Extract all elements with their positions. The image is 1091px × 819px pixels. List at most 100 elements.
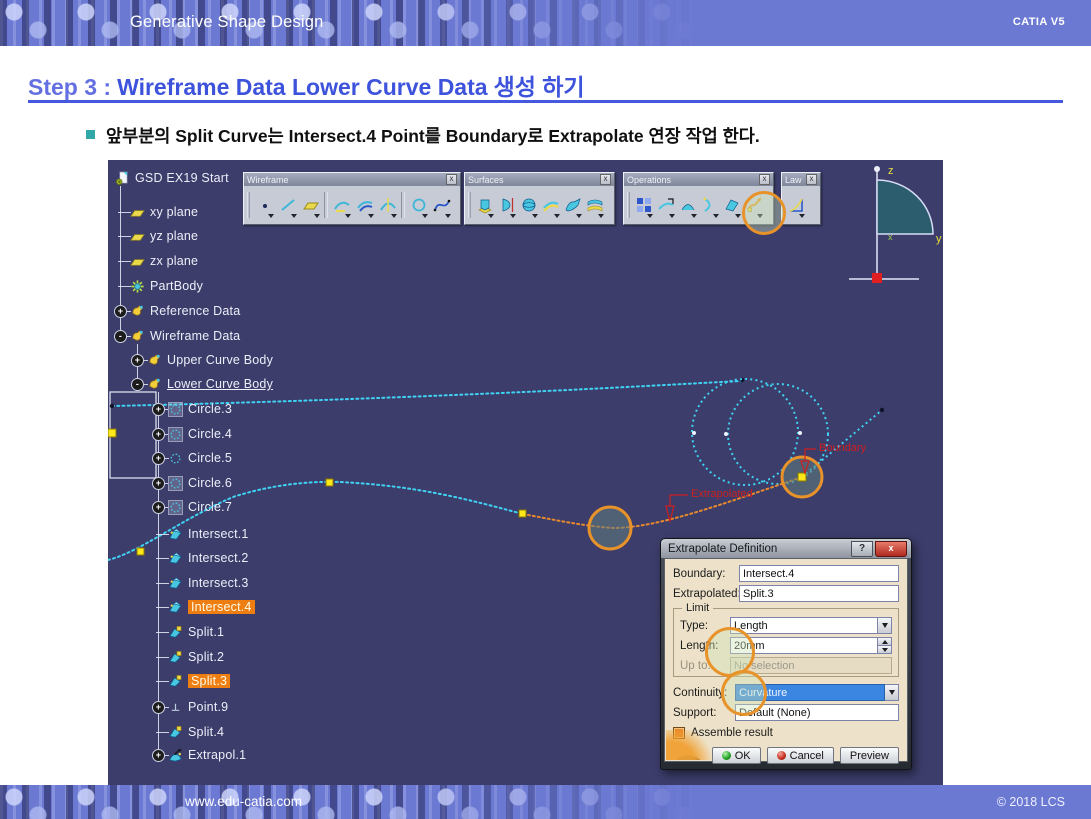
tree-item-intersect1[interactable]: Intersect.1 <box>152 525 249 543</box>
spinner-up-icon[interactable] <box>878 637 892 646</box>
boundary-field[interactable]: Intersect.4 <box>739 565 899 582</box>
expand-icon[interactable]: + <box>152 403 165 416</box>
cancel-button[interactable]: Cancel <box>767 747 834 764</box>
tree-item-circle5[interactable]: + Circle.5 <box>152 449 232 467</box>
expand-icon[interactable]: + <box>152 452 165 465</box>
tree-item-root[interactable]: GSD EX19 Start <box>112 169 229 187</box>
expand-icon[interactable]: + <box>152 749 165 762</box>
ok-button[interactable]: OK <box>712 747 761 764</box>
blend-button[interactable] <box>584 190 606 220</box>
curve-point-marker[interactable] <box>519 510 526 517</box>
tree-item-split1[interactable]: Split.1 <box>152 623 224 641</box>
toolbar-title-bar[interactable]: Surfaces x <box>465 173 614 186</box>
toolbar-close-button[interactable]: x <box>806 174 817 185</box>
tree-item-lower-curve-body[interactable]: - Lower Curve Body <box>131 375 273 393</box>
circle-feature-icon <box>168 427 183 442</box>
toolbar-title-bar[interactable]: Law x <box>782 173 820 186</box>
combine-button[interactable] <box>353 190 376 220</box>
type-dropdown-arrow[interactable] <box>878 617 892 634</box>
expand-icon[interactable]: + <box>152 501 165 514</box>
tree-item-upper-curve-body[interactable]: + Upper Curve Body <box>131 351 273 369</box>
toolbar-close-button[interactable]: x <box>759 174 770 185</box>
expand-icon[interactable]: + <box>114 305 127 318</box>
point-button[interactable] <box>253 190 276 220</box>
highlight-ring-extrapolate-tool <box>742 191 786 235</box>
tree-item-split3-selected[interactable]: Split.3 <box>152 672 230 690</box>
toolbar-close-button[interactable]: x <box>446 174 457 185</box>
toolbar-title-bar[interactable]: Wireframe x <box>244 173 460 186</box>
extrapolated-field[interactable]: Split.3 <box>739 585 899 602</box>
tree-item-split2[interactable]: Split.2 <box>152 648 224 666</box>
extract-button[interactable] <box>721 190 743 220</box>
spline-button[interactable] <box>430 190 453 220</box>
type-dropdown[interactable]: Length <box>730 617 878 634</box>
expand-icon[interactable]: + <box>131 354 144 367</box>
tree-item-intersect3[interactable]: Intersect.3 <box>152 574 249 592</box>
continuity-dropdown-arrow[interactable] <box>885 684 899 701</box>
toolbar-grip[interactable] <box>247 192 250 218</box>
help-button[interactable]: ? <box>851 541 873 557</box>
tree-item-extrapol1[interactable]: + Extrapol.1 <box>152 746 246 764</box>
tree-item-reference-data[interactable]: + Reference Data <box>114 302 240 320</box>
sweep-icon <box>564 196 582 214</box>
ok-green-icon <box>722 751 731 760</box>
combine-icon <box>356 196 374 214</box>
collapse-icon[interactable]: - <box>131 378 144 391</box>
extrapolated-curve[interactable] <box>523 477 802 528</box>
tree-item-wireframe-data[interactable]: - Wireframe Data <box>114 327 240 345</box>
tree-item-circle4[interactable]: + Circle.4 <box>152 425 232 443</box>
body-icon <box>130 304 145 319</box>
catia-3d-viewport[interactable]: z y x Extrapolated Boundary GSD EX19 Sta… <box>108 160 943 785</box>
tree-item-zx-plane[interactable]: zx plane <box>114 252 198 270</box>
toolbar-close-button[interactable]: x <box>600 174 611 185</box>
tree-item-circle6[interactable]: + Circle.6 <box>152 474 232 492</box>
healing-button[interactable] <box>655 190 677 220</box>
offset-button[interactable] <box>540 190 562 220</box>
projection-button[interactable] <box>330 190 353 220</box>
tree-item-xy-plane[interactable]: xy plane <box>114 203 198 221</box>
expand-icon[interactable]: + <box>152 477 165 490</box>
boundary-annotation: Boundary <box>819 442 866 454</box>
toolbar-grip[interactable] <box>627 192 630 218</box>
tree-item-label: Split.2 <box>188 650 224 664</box>
cancel-button-label: Cancel <box>790 750 824 762</box>
circle-node-dot <box>692 431 696 435</box>
tree-item-split4[interactable]: Split.4 <box>152 723 224 741</box>
tree-item-intersect2[interactable]: Intersect.2 <box>152 549 249 567</box>
toolbar-grip[interactable] <box>468 192 471 218</box>
law-button[interactable] <box>784 190 807 220</box>
curve-endpoint-dot <box>880 408 884 412</box>
tree-item-circle7[interactable]: + Circle.7 <box>152 498 232 516</box>
spinner-down-icon[interactable] <box>878 646 892 654</box>
expand-icon[interactable]: + <box>152 701 165 714</box>
boundary-button[interactable] <box>699 190 721 220</box>
plane-button[interactable] <box>299 190 322 220</box>
collapse-icon[interactable]: - <box>114 330 127 343</box>
expand-icon[interactable]: + <box>152 428 165 441</box>
assemble-result-checkbox[interactable] <box>673 727 685 739</box>
extrude-button[interactable] <box>474 190 496 220</box>
sphere-button[interactable] <box>518 190 540 220</box>
preview-button[interactable]: Preview <box>840 747 899 764</box>
title-underline <box>28 100 1063 103</box>
extrapolated-annotation: Extrapolated <box>691 488 753 500</box>
dialog-title-bar[interactable]: Extrapolate Definition ? x <box>661 539 911 558</box>
circle-button[interactable] <box>407 190 430 220</box>
sweep-button[interactable] <box>562 190 584 220</box>
close-button[interactable]: x <box>875 541 907 557</box>
untrim-button[interactable] <box>677 190 699 220</box>
length-spinner[interactable] <box>878 637 892 654</box>
tree-item-point9[interactable]: + Point.9 <box>152 698 228 716</box>
curve-point-marker[interactable] <box>137 548 144 555</box>
dialog-body: Boundary: Intersect.4 Extrapolated: Spli… <box>664 558 908 762</box>
curve-point-marker[interactable] <box>326 479 333 486</box>
join-button[interactable] <box>633 190 655 220</box>
line-button[interactable] <box>276 190 299 220</box>
tree-item-yz-plane[interactable]: yz plane <box>114 227 198 245</box>
tree-item-intersect4-selected[interactable]: Intersect.4 <box>152 598 255 616</box>
tree-item-partbody[interactable]: PartBody <box>114 277 203 295</box>
revolve-button[interactable] <box>496 190 518 220</box>
tree-item-circle3[interactable]: + Circle.3 <box>152 400 232 418</box>
reflect-line-button[interactable] <box>376 190 399 220</box>
toolbar-title-bar[interactable]: Operations x <box>624 173 773 186</box>
